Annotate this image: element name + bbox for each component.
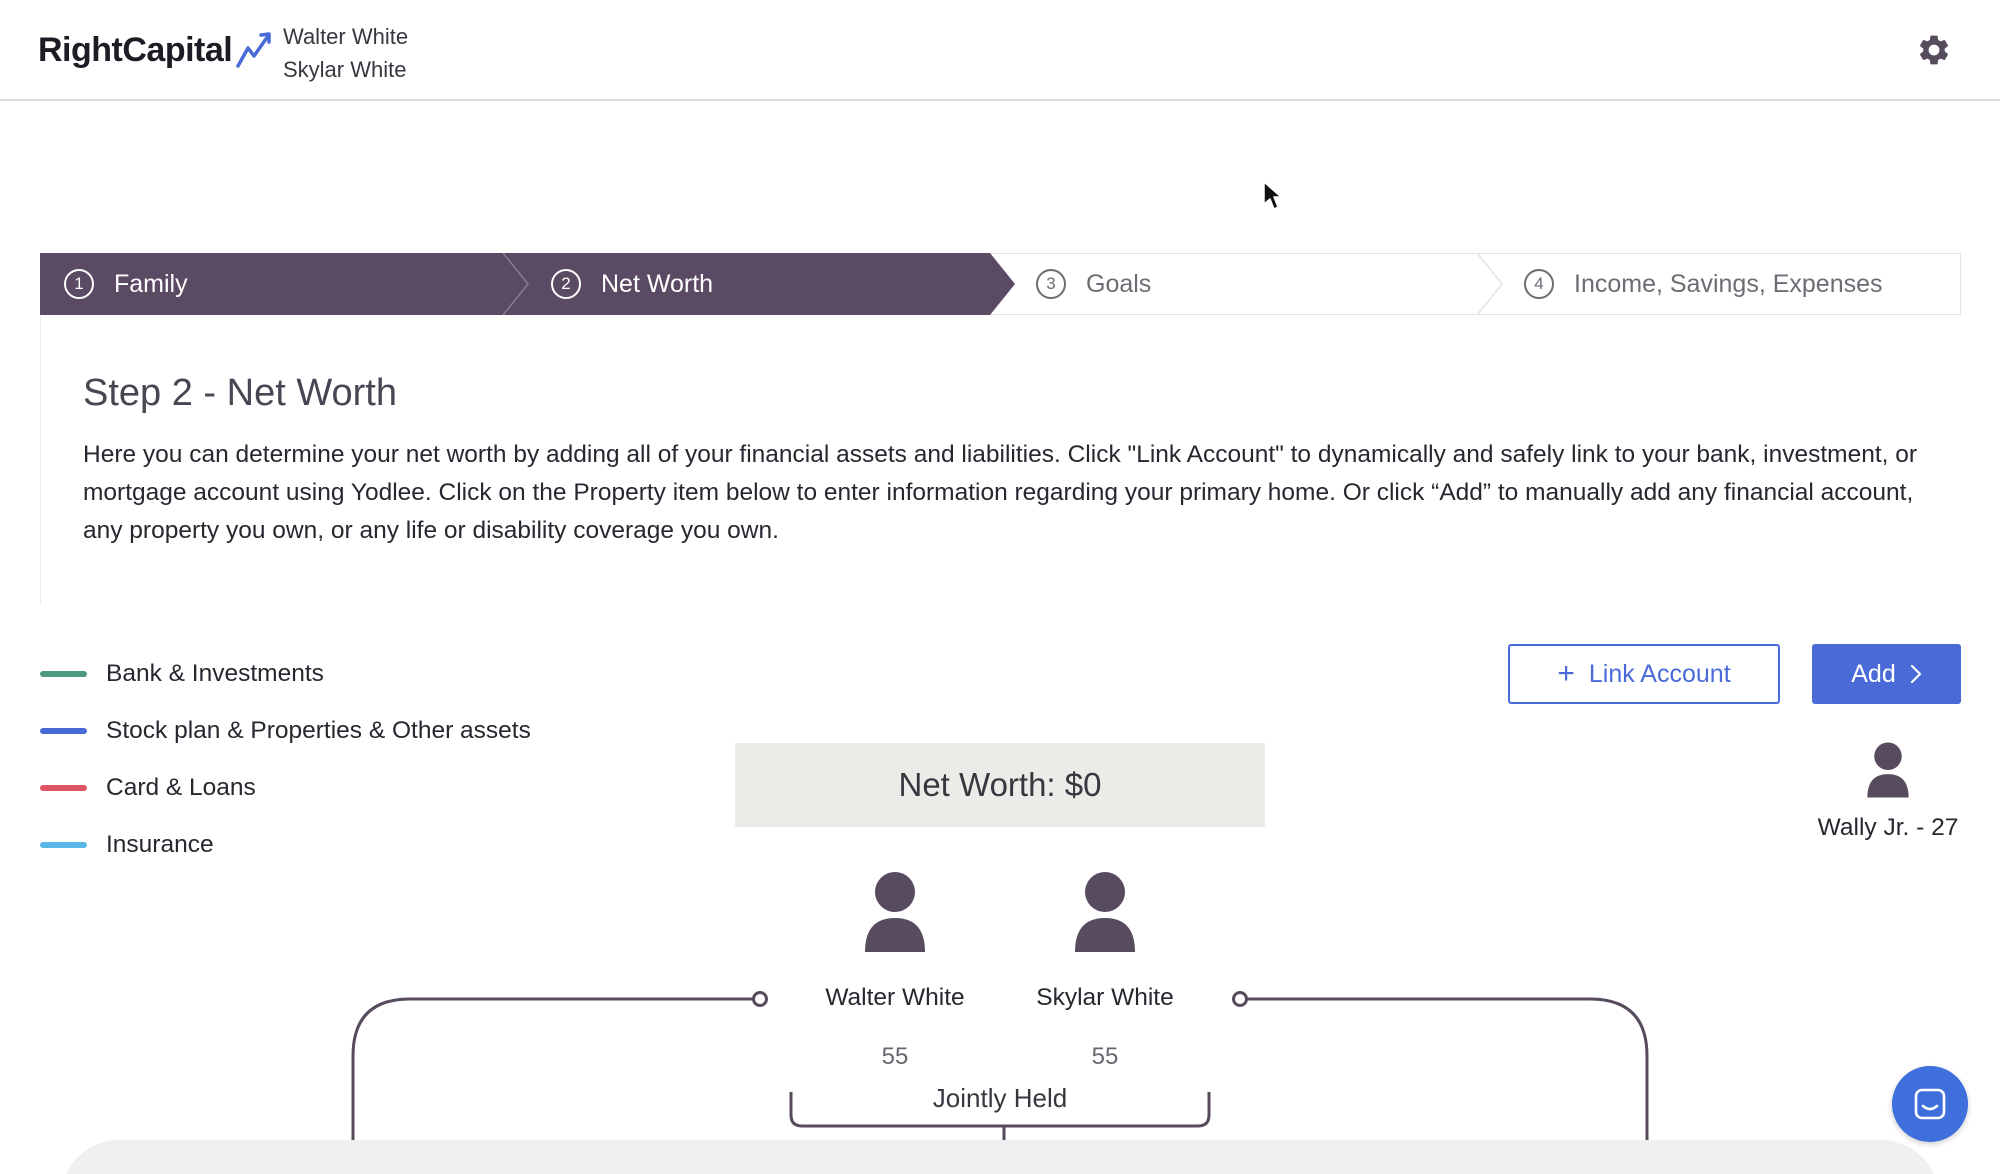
person-icon	[1075, 872, 1135, 952]
person-icon	[865, 872, 925, 952]
person-name: Wally Jr. - 27	[1817, 814, 1959, 841]
person-name: Walter White	[825, 984, 965, 1011]
person-icon	[1867, 742, 1909, 798]
person-wally-jr[interactable]: Wally Jr. - 27	[1798, 742, 1978, 842]
family-diagram-connectors	[342, 991, 1658, 1167]
person-walter[interactable]: Walter White 55	[795, 872, 995, 1071]
person-age: 55	[881, 1043, 909, 1070]
chat-icon	[1914, 1088, 1946, 1120]
jointly-held-label: Jointly Held	[932, 1083, 1068, 1113]
mouse-cursor-icon	[1263, 181, 1282, 210]
chat-launcher-button[interactable]	[1892, 1066, 1968, 1142]
person-skylar[interactable]: Skylar White 55	[1005, 872, 1205, 1071]
person-age: 55	[1091, 1043, 1119, 1070]
asset-area-top-edge	[60, 1140, 1940, 1174]
person-name: Skylar White	[1036, 984, 1174, 1011]
